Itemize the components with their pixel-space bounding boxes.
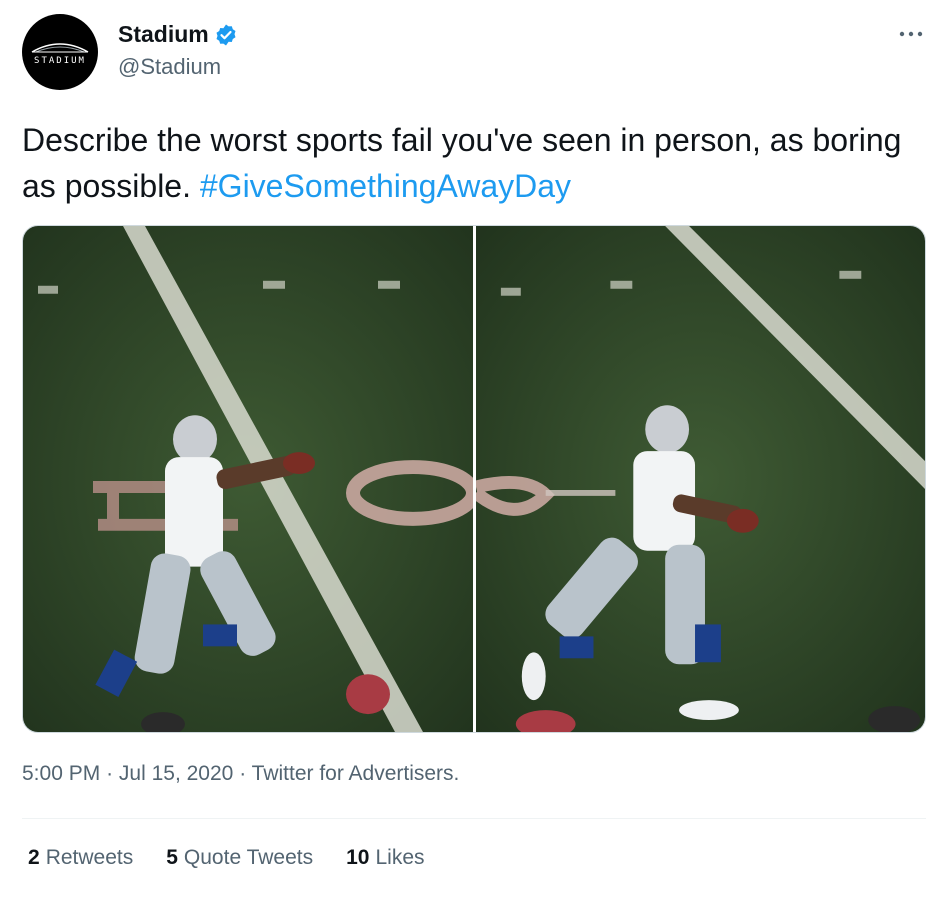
divider — [22, 818, 926, 819]
quote-tweets-stat[interactable]: 5 Quote Tweets — [166, 846, 313, 870]
meta-separator: · — [106, 762, 114, 785]
retweets-label: Retweets — [45, 846, 134, 869]
tweet-source[interactable]: Twitter for Advertisers. — [252, 762, 460, 785]
quote-tweets-label: Quote Tweets — [183, 846, 314, 869]
likes-label: Likes — [375, 846, 425, 869]
tweet-meta: 5:00 PM · Jul 15, 2020 · Twitter for Adv… — [22, 762, 459, 786]
tweet-body: Describe the worst sports fail you've se… — [22, 117, 928, 209]
photo-left[interactable] — [23, 226, 473, 732]
engagement-stats: 2 Retweets 5 Quote Tweets 10 Likes — [28, 846, 458, 870]
tweet-time[interactable]: 5:00 PM — [22, 762, 100, 785]
photo-right[interactable] — [476, 226, 925, 732]
more-options-icon[interactable] — [896, 24, 926, 44]
football-player-photo-icon — [476, 226, 925, 732]
media-grid — [22, 225, 926, 733]
hashtag-link[interactable]: #GiveSomethingAwayDay — [200, 168, 571, 204]
likes-count: 10 — [346, 846, 370, 869]
tweet-date[interactable]: Jul 15, 2020 — [119, 762, 233, 785]
quote-tweets-count: 5 — [166, 846, 178, 869]
avatar-logo-text: STADIUM — [34, 56, 86, 66]
retweets-stat[interactable]: 2 Retweets — [28, 846, 133, 870]
account-handle[interactable]: @Stadium — [118, 54, 221, 80]
avatar[interactable]: STADIUM — [22, 14, 98, 90]
retweets-count: 2 — [28, 846, 40, 869]
account-name[interactable]: Stadium — [118, 21, 209, 48]
football-player-photo-icon — [23, 226, 473, 732]
stadium-logo-icon — [31, 43, 89, 53]
verified-badge-icon — [216, 24, 236, 45]
meta-separator: · — [239, 762, 247, 785]
likes-stat[interactable]: 10 Likes — [346, 846, 424, 870]
tweet-header: STADIUM Stadium @Stadium — [22, 14, 928, 94]
